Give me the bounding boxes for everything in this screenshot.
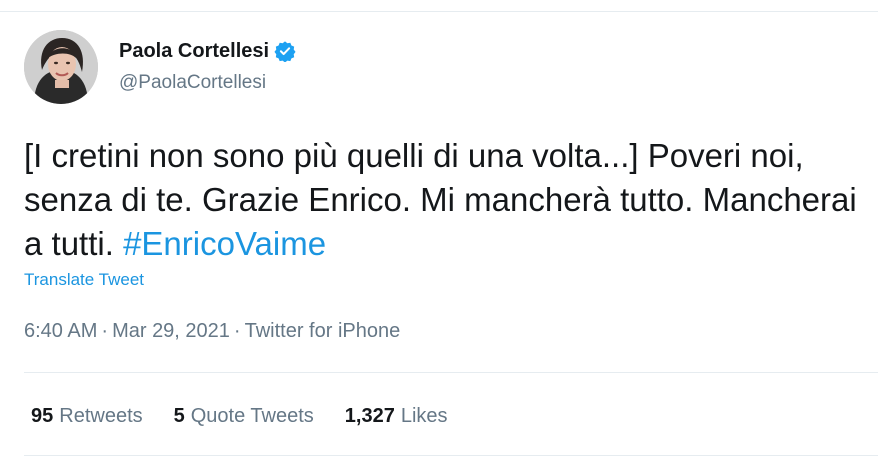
profile-photo-icon	[24, 30, 98, 104]
likes-count: 1,327	[344, 404, 395, 427]
tweet-date[interactable]: Mar 29, 2021	[112, 320, 230, 342]
avatar[interactable]	[24, 30, 98, 104]
stats-bottom-divider	[24, 455, 878, 456]
retweets-label: Retweets	[59, 404, 143, 427]
retweets-stat[interactable]: 95 Retweets	[31, 405, 143, 428]
likes-stat[interactable]: 1,327 Likes	[345, 405, 448, 428]
meta-separator: ·	[101, 320, 109, 342]
author-name-row: Paola Cortellesi	[119, 38, 296, 64]
verified-badge-icon	[274, 40, 296, 63]
quote-tweets-count: 5	[173, 404, 185, 427]
tweet-text: [I cretini non sono più quelli di una vo…	[24, 134, 874, 266]
tweet-meta: 6:40 AM · Mar 29, 2021 · Twitter for iPhone	[24, 320, 400, 343]
top-divider	[0, 11, 878, 12]
stats-top-divider	[24, 372, 878, 373]
hashtag-link[interactable]: #EnricoVaime	[123, 225, 326, 262]
tweet-source[interactable]: Twitter for iPhone	[245, 320, 401, 342]
retweets-count: 95	[31, 404, 54, 427]
tweet-time[interactable]: 6:40 AM	[24, 320, 97, 342]
quote-tweets-label: Quote Tweets	[190, 404, 314, 427]
author-display-name[interactable]: Paola Cortellesi	[119, 40, 269, 63]
meta-separator: ·	[233, 320, 241, 342]
quote-tweets-stat[interactable]: 5 Quote Tweets	[174, 405, 314, 428]
author-handle[interactable]: @PaolaCortellesi	[119, 72, 266, 94]
engagement-stats: 95 Retweets 5 Quote Tweets 1,327 Likes	[31, 403, 479, 429]
translate-tweet-link[interactable]: Translate Tweet	[24, 270, 144, 290]
likes-label: Likes	[400, 404, 448, 427]
